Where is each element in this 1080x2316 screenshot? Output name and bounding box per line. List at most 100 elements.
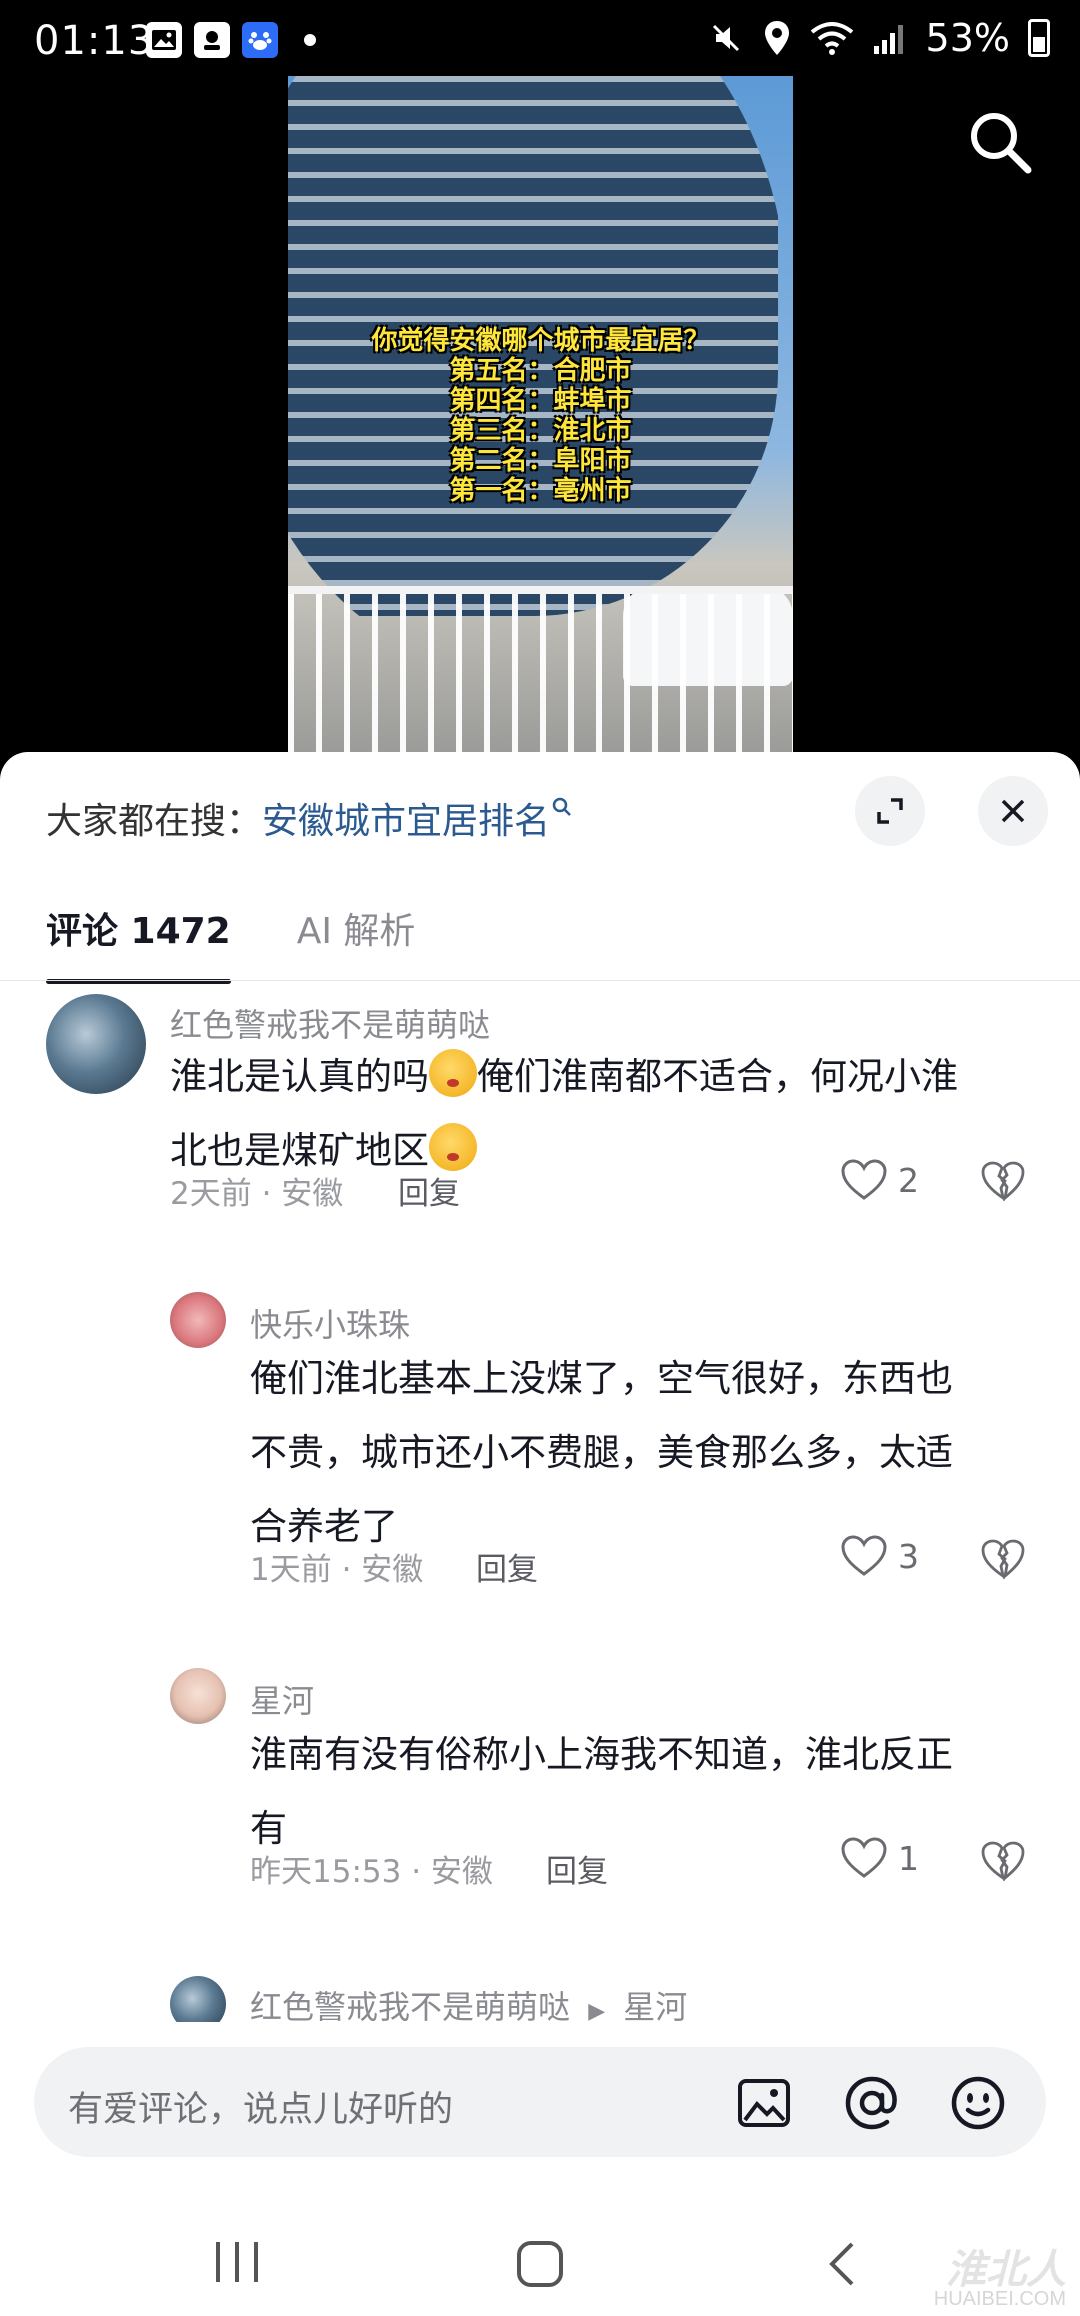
image-icon bbox=[738, 2079, 790, 2127]
home-button[interactable] bbox=[516, 2240, 564, 2292]
comment-text-line: 淮南有没有俗称小上海我不知道，淮北反正 bbox=[250, 1733, 953, 1776]
broken-heart-icon bbox=[981, 1539, 1025, 1580]
small-search-icon bbox=[552, 797, 571, 816]
comment-text: 淮南有没有俗称小上海我不知道，淮北反正 有 bbox=[250, 1718, 1050, 1866]
like-count: 1 bbox=[898, 1838, 919, 1878]
caption-line: 第四名：蚌埠市 bbox=[449, 386, 632, 416]
caption-line: 第一名：亳州市 bbox=[449, 476, 632, 506]
like-button[interactable]: 2 bbox=[840, 1158, 919, 1202]
signal-icon bbox=[873, 25, 903, 54]
at-icon bbox=[845, 2076, 897, 2130]
close-button[interactable] bbox=[978, 776, 1048, 846]
broken-heart-icon bbox=[981, 1161, 1025, 1202]
hot-search: 大家都在搜：安徽城市宜居排名 bbox=[46, 792, 574, 844]
mute-icon bbox=[712, 24, 739, 52]
status-time: 01:13 bbox=[34, 18, 155, 64]
kiss-emoji-icon bbox=[429, 1123, 477, 1171]
tab-bar: 评论 1472 AI 解析 bbox=[46, 902, 416, 984]
like-count: 3 bbox=[898, 1536, 919, 1576]
avatar[interactable] bbox=[170, 1976, 226, 2022]
avatar[interactable] bbox=[170, 1292, 226, 1348]
home-icon bbox=[517, 2241, 563, 2287]
wifi-icon bbox=[810, 22, 853, 55]
gallery-notification-icon bbox=[146, 22, 182, 58]
comment-text-line: 俺们淮北基本上没煤了，空气很好，东西也 bbox=[250, 1357, 953, 1400]
video-player[interactable]: 你觉得安徽哪个城市最宜居？ 第五名：合肥市 第四名：蚌埠市 第三名：淮北市 第二… bbox=[0, 76, 1080, 756]
heart-icon bbox=[841, 1837, 887, 1878]
hot-search-label: 大家都在搜： bbox=[46, 801, 263, 842]
comment-meta: 1天前 · 安徽 bbox=[250, 1552, 424, 1588]
hot-search-term: 安徽城市宜居排名 bbox=[262, 801, 551, 842]
comment-username[interactable]: 红色警戒我不是萌萌哒 ▶ 星河 bbox=[250, 1982, 687, 2022]
like-button[interactable]: 1 bbox=[840, 1836, 919, 1880]
status-bar: 01:13 53% bbox=[0, 0, 1080, 76]
comment-meta: 昨天15:53 · 安徽 bbox=[250, 1854, 493, 1890]
heart-icon bbox=[841, 1159, 887, 1200]
comment-text-line: 有 bbox=[250, 1807, 287, 1850]
mention-button[interactable] bbox=[842, 2073, 902, 2133]
battery-icon bbox=[1028, 19, 1050, 57]
broken-heart-icon bbox=[981, 1841, 1025, 1882]
dislike-button[interactable] bbox=[980, 1538, 1026, 1584]
search-icon bbox=[971, 113, 1032, 174]
search-button[interactable] bbox=[964, 106, 1036, 178]
avatar[interactable] bbox=[46, 994, 146, 1094]
comment-meta: 2天前 · 安徽 bbox=[170, 1176, 344, 1212]
watermark-url: HUAIBEI.COM bbox=[933, 2288, 1066, 2310]
more-notifications-dot-icon bbox=[304, 34, 316, 46]
expand-button[interactable] bbox=[855, 776, 925, 846]
caption-line: 第二名：阜阳市 bbox=[449, 446, 632, 476]
expand-icon bbox=[877, 798, 903, 824]
avatar[interactable] bbox=[170, 1668, 226, 1724]
reply-arrow-icon: ▶ bbox=[588, 1999, 606, 2022]
divider bbox=[0, 980, 1080, 981]
dislike-button[interactable] bbox=[980, 1160, 1026, 1206]
tab-comments[interactable]: 评论 1472 bbox=[46, 902, 231, 984]
smile-icon bbox=[951, 2076, 1005, 2130]
emoji-button[interactable] bbox=[948, 2073, 1008, 2133]
comment-text-part: 俺们淮南都不适合，何况小淮 bbox=[477, 1055, 958, 1098]
caption-line: 第三名：淮北市 bbox=[449, 416, 632, 446]
comment-username[interactable]: 快乐小珠珠 bbox=[250, 1300, 410, 1346]
app-notification-icon bbox=[194, 22, 230, 58]
kiss-emoji-icon bbox=[429, 1049, 477, 1097]
recent-apps-button[interactable] bbox=[212, 2240, 262, 2288]
image-button[interactable] bbox=[734, 2073, 794, 2133]
comment-text: 俺们淮北基本上没煤了，空气很好，东西也 不贵，城市还小不费腿，美食那么多，太适 … bbox=[250, 1342, 1050, 1564]
back-icon bbox=[829, 2242, 854, 2286]
comment-reply-item: 红色警戒我不是萌萌哒 ▶ 星河 bbox=[0, 1976, 1080, 2022]
watermark: 淮北人 HUAIBEI.COM bbox=[933, 2250, 1066, 2310]
system-navigation-bar: 淮北人 HUAIBEI.COM bbox=[0, 2200, 1080, 2316]
notification-icons bbox=[146, 22, 316, 58]
tab-ai-analysis[interactable]: AI 解析 bbox=[297, 902, 416, 954]
comment-text-part: 淮北是认真的吗 bbox=[170, 1055, 429, 1098]
back-button[interactable] bbox=[826, 2240, 856, 2292]
battery-percent: 53% bbox=[925, 16, 1010, 60]
comment-text-line: 不贵，城市还小不费腿，美食那么多，太适 bbox=[250, 1431, 953, 1474]
recent-apps-icon bbox=[216, 2242, 258, 2282]
hot-search-link[interactable]: 安徽城市宜居排名 bbox=[262, 797, 574, 842]
like-button[interactable]: 3 bbox=[840, 1534, 919, 1578]
caption-line: 第五名：合肥市 bbox=[449, 356, 632, 386]
comment-username[interactable]: 星河 bbox=[250, 1676, 314, 1722]
caption-line: 你觉得安徽哪个城市最宜居？ bbox=[371, 326, 710, 356]
dislike-button[interactable] bbox=[980, 1840, 1026, 1886]
video-frame[interactable]: 你觉得安徽哪个城市最宜居？ 第五名：合肥市 第四名：蚌埠市 第三名：淮北市 第二… bbox=[288, 76, 793, 756]
reply-button[interactable]: 回复 bbox=[546, 1846, 608, 1891]
comment-username-text: 红色警戒我不是萌萌哒 bbox=[250, 1988, 571, 2022]
comment-input-placeholder: 有爱评论，说点儿好听的 bbox=[68, 2090, 454, 2130]
comment-input[interactable]: 有爱评论，说点儿好听的 bbox=[34, 2047, 1046, 2157]
reply-to-username: 星河 bbox=[623, 1988, 688, 2022]
system-status: 53% bbox=[708, 16, 1050, 60]
reply-button[interactable]: 回复 bbox=[398, 1168, 460, 1213]
watermark-logo-text: 淮北人 bbox=[946, 2248, 1066, 2292]
close-icon bbox=[1001, 799, 1025, 823]
like-count: 2 bbox=[898, 1160, 919, 1200]
reply-button[interactable]: 回复 bbox=[476, 1544, 538, 1589]
baidu-notification-icon bbox=[242, 22, 278, 58]
location-icon bbox=[764, 21, 789, 55]
heart-icon bbox=[841, 1535, 887, 1576]
fence-image bbox=[288, 586, 793, 756]
comment-text-part: 北也是煤矿地区 bbox=[170, 1129, 429, 1172]
comment-text-line: 合养老了 bbox=[250, 1505, 398, 1548]
